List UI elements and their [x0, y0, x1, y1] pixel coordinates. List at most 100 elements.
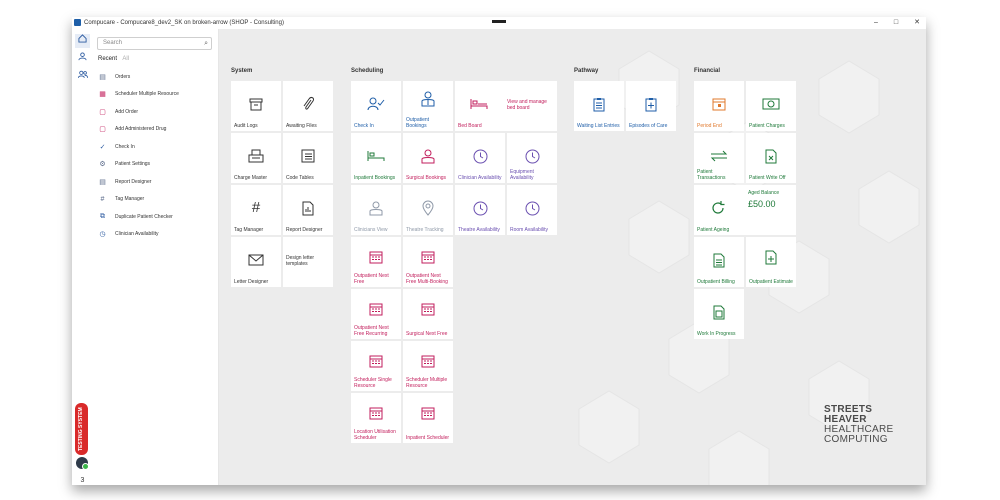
company-logo: STREETS HEAVER HEALTHCARE COMPUTING: [824, 405, 894, 445]
tile-label: Patient Write Off: [749, 175, 786, 181]
calendar-icon: [403, 403, 453, 423]
tile-label: Period End: [697, 123, 722, 129]
calendar-icon: [403, 299, 453, 319]
tile-episodes-of-care[interactable]: Episodes of Care: [626, 81, 676, 131]
section-scheduling: Scheduling: [351, 68, 384, 74]
title-bar: Compucare - Compucare8_dev2_SK on broken…: [72, 17, 926, 29]
duplicate-icon: ⧉: [100, 212, 105, 220]
tile-awaiting-files[interactable]: Awaiting Files: [283, 81, 333, 131]
clock-icon: [455, 146, 505, 166]
tile-clinician-availability[interactable]: Clinician Availability: [455, 133, 505, 183]
billing-icon: [694, 250, 744, 270]
tile-patient-charges[interactable]: Patient Charges: [746, 81, 796, 131]
list-item[interactable]: ⧉ Duplicate Patient Checker: [98, 208, 216, 226]
list-item[interactable]: ▤ Orders: [98, 68, 216, 86]
list-item-label: Check In: [115, 143, 135, 150]
tile-scheduler-multiple-resource[interactable]: Scheduler Multiple Resource: [403, 341, 453, 391]
refresh-icon: [708, 198, 728, 218]
section-system: System: [231, 68, 253, 74]
tile-label: Charge Master: [234, 175, 268, 181]
group-icon[interactable]: [75, 70, 90, 84]
report-icon: [283, 198, 333, 218]
list-item[interactable]: ▢ Add Administered Drug: [98, 121, 216, 139]
list-item[interactable]: ▦ Scheduler Multiple Resource: [98, 86, 216, 104]
archive-icon: [231, 94, 281, 114]
avatar[interactable]: [76, 457, 89, 470]
list-item-label: Clinician Availability: [115, 231, 159, 238]
tile-label: Scheduler Multiple Resource: [406, 377, 448, 389]
clock-icon: [507, 198, 557, 218]
tab-recent[interactable]: Recent: [98, 56, 117, 62]
tab-all[interactable]: All: [122, 56, 129, 62]
tile-label: Scheduler Single Resource: [354, 377, 392, 389]
notification-count[interactable]: 3: [72, 477, 93, 484]
tile-label: Check In: [354, 123, 374, 129]
check-in-icon: [351, 94, 401, 114]
tile-label: Audit Logs: [234, 123, 258, 129]
list-item[interactable]: # Tag Manager: [98, 191, 216, 209]
tile-inpatient-bookings[interactable]: Inpatient Bookings: [351, 133, 401, 183]
tile-inpatient-scheduler[interactable]: Inpatient Scheduler: [403, 393, 453, 443]
tile-code-tables[interactable]: Code Tables: [283, 133, 333, 183]
tile-label: Outpatient Next Free: [354, 273, 389, 285]
tile-patient-write-off[interactable]: Patient Write Off: [746, 133, 796, 183]
tile-equipment-availability[interactable]: Equipment Availability: [507, 133, 557, 183]
close-button[interactable]: ✕: [911, 18, 923, 28]
tile-label: Tag Manager: [234, 227, 264, 233]
tile-outpatient-bookings[interactable]: Outpatient Bookings: [403, 81, 453, 131]
tile-waiting-list-entries[interactable]: Waiting List Entries: [574, 81, 624, 131]
money-icon: [746, 94, 796, 114]
dashboard: System Scheduling Pathway Financial Audi…: [219, 29, 926, 485]
drag-handle[interactable]: [492, 20, 506, 23]
tile-scheduler-single-resource[interactable]: Scheduler Single Resource: [351, 341, 401, 391]
tile-patient-ageing[interactable]: Patient Ageing Aged Balance £50.00: [694, 185, 796, 235]
hash-icon: #: [100, 195, 105, 203]
tile-outpatient-estimate[interactable]: Outpatient Estimate: [746, 237, 796, 287]
tile-theatre-tracking[interactable]: Theatre Tracking: [403, 185, 453, 235]
list-item[interactable]: ✓ Check In: [98, 138, 216, 156]
tile-period-end[interactable]: Period End: [694, 81, 744, 131]
exchange-icon: [694, 146, 744, 166]
list-item-label: Report Designer: [115, 178, 152, 185]
tile-surgical-bookings[interactable]: Surgical Bookings: [403, 133, 453, 183]
tile-clinicians-view[interactable]: Clinicians View: [351, 185, 401, 235]
tile-theatre-availability[interactable]: Theatre Availability: [455, 185, 505, 235]
tile-label: Equipment Availability: [510, 169, 534, 181]
tile-label: Outpatient Bookings: [406, 117, 430, 129]
tile-bed-board[interactable]: Bed Board View and manage bed board: [455, 81, 557, 131]
envelope-icon: [231, 250, 281, 270]
list-item[interactable]: ⚙ Patient Settings: [98, 156, 216, 174]
list-item[interactable]: ◷ Clinician Availability: [98, 226, 216, 244]
search-input[interactable]: Search ⌕: [97, 37, 212, 50]
document-icon: [694, 302, 744, 322]
tile-report-designer[interactable]: Report Designer: [283, 185, 333, 235]
user-icon[interactable]: [75, 52, 90, 66]
maximize-button[interactable]: □: [890, 18, 902, 28]
tile-outpatient-billing[interactable]: Outpatient Billing: [694, 237, 744, 287]
tile-charge-master[interactable]: Charge Master: [231, 133, 281, 183]
tile-outpatient-next-free[interactable]: Outpatient Next Free: [351, 237, 401, 287]
tile-label: Theatre Availability: [458, 227, 500, 233]
tile-label: Clinicians View: [354, 227, 388, 233]
tile-audit-logs[interactable]: Audit Logs: [231, 81, 281, 131]
list-item[interactable]: ▢ Add Order: [98, 103, 216, 121]
tile-check-in[interactable]: Check In: [351, 81, 401, 131]
minimize-button[interactable]: –: [870, 18, 882, 28]
tile-patient-transactions[interactable]: Patient Transactions: [694, 133, 744, 183]
tile-surgical-next-free[interactable]: Surgical Next Free: [403, 289, 453, 339]
tile-label: Outpatient Billing: [697, 279, 735, 285]
file-plus-icon: [746, 247, 796, 267]
tile-outpatient-next-free-recurring[interactable]: Outpatient Next Free Recurring: [351, 289, 401, 339]
calendar-icon: [694, 94, 744, 114]
tile-design-letter-templates[interactable]: Design letter templates: [283, 237, 333, 287]
tile-location-utilisation-scheduler[interactable]: Location Utilisation Scheduler: [351, 393, 401, 443]
home-icon[interactable]: [75, 34, 90, 48]
tile-tag-manager[interactable]: # Tag Manager: [231, 185, 281, 235]
tile-work-in-progress[interactable]: Work In Progress: [694, 289, 744, 339]
tile-outpatient-next-free-multi[interactable]: Outpatient Next Free Multi-Booking: [403, 237, 453, 287]
calendar-icon: [351, 299, 401, 319]
list-item[interactable]: ▤ Report Designer: [98, 173, 216, 191]
tile-label: Inpatient Scheduler: [406, 435, 450, 441]
tile-letter-designer[interactable]: Letter Designer: [231, 237, 281, 287]
tile-room-availability[interactable]: Room Availability: [507, 185, 557, 235]
